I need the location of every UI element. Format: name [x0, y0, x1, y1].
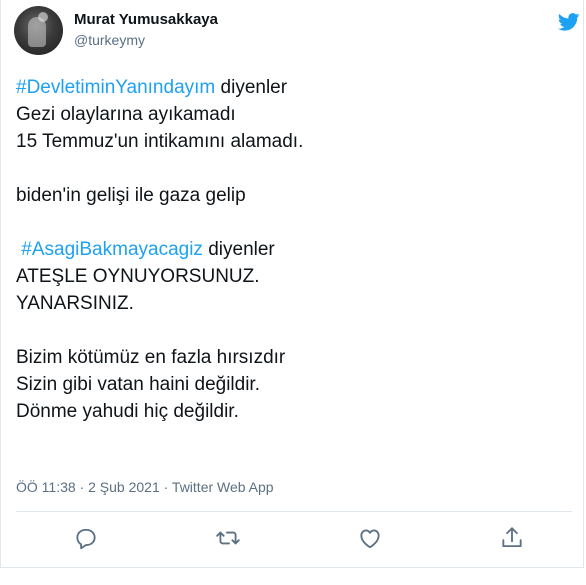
retweet-icon[interactable] — [215, 525, 241, 551]
like-icon[interactable] — [357, 525, 383, 551]
divider — [16, 511, 572, 512]
tweet-line: ATEŞLE OYNUYORSUNUZ. — [16, 266, 260, 287]
tweet-line — [16, 209, 576, 236]
tweet-line: YANARSINIZ. — [16, 293, 134, 314]
avatar-figure-head — [38, 12, 48, 22]
tweet-line: #AsagiBakmayacagiz diyenler — [16, 236, 576, 263]
tweet-body: #DevletiminYanındayım diyenler Gezi olay… — [16, 74, 576, 425]
tweet-line: Gezi olaylarına ayıkamadı — [16, 104, 236, 125]
hashtag-link[interactable]: #AsagiBakmayacagiz — [16, 239, 203, 260]
tweet-line: Dönme yahudi hiç değildir. — [16, 401, 239, 422]
hashtag-link[interactable]: #DevletiminYanındayım — [16, 77, 215, 98]
avatar[interactable] — [14, 6, 63, 55]
tweet-line-text: diyenler — [215, 77, 288, 98]
twitter-bird-icon[interactable] — [557, 13, 580, 31]
tweet-line: Bizim kötümüz en fazla hırsızdır — [16, 347, 286, 368]
tweet-line: Sizin gibi vatan haini değildir. — [16, 374, 260, 395]
tweet-line — [16, 317, 576, 344]
author-name[interactable]: Murat Yumusakkaya — [74, 11, 218, 28]
share-icon[interactable] — [499, 525, 525, 551]
author-handle[interactable]: @turkeymy — [74, 32, 145, 48]
tweet-line: biden'in gelişi ile gaza gelip — [16, 185, 246, 206]
tweet-card: Murat Yumusakkaya @turkeymy #DevletiminY… — [0, 0, 584, 568]
tweet-line: #DevletiminYanındayım diyenler — [16, 74, 576, 101]
tweet-timestamp[interactable]: ÖÖ 11:38 · 2 Şub 2021 · Twitter Web App — [16, 479, 274, 495]
reply-icon[interactable] — [73, 525, 99, 551]
tweet-line: 15 Temmuz'un intikamını alamadı. — [16, 131, 304, 152]
tweet-line-text: diyenler — [202, 239, 275, 260]
tweet-line — [16, 155, 576, 182]
